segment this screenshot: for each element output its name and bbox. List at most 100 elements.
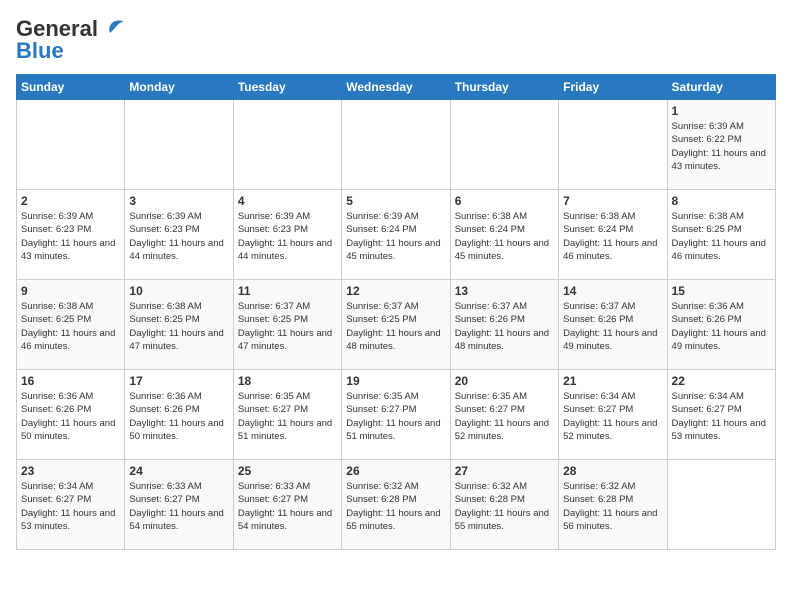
week-row-1: 1 Sunrise: 6:39 AMSunset: 6:22 PMDaylight… — [17, 100, 776, 190]
day-number: 16 — [21, 374, 120, 388]
day-cell: 22Sunrise: 6:34 AMSunset: 6:27 PMDayligh… — [667, 370, 775, 460]
day-cell: 26 Sunrise: 6:32 AMSunset: 6:28 PMDayligh… — [342, 460, 450, 550]
day-number: 20 — [455, 374, 554, 388]
day-number: 1 — [672, 104, 771, 118]
calendar-table: SundayMondayTuesdayWednesdayThursdayFrid… — [16, 74, 776, 550]
week-row-5: 23 Sunrise: 6:34 AMSunset: 6:27 PMDayligh… — [17, 460, 776, 550]
day-number: 23 — [21, 464, 120, 478]
day-info: Sunrise: 6:35 AMSunset: 6:27 PMDaylight:… — [346, 390, 445, 443]
day-cell: 13 Sunrise: 6:37 AMSunset: 6:26 PMDayligh… — [450, 280, 558, 370]
week-row-4: 16 Sunrise: 6:36 AMSunset: 6:26 PMDayligh… — [17, 370, 776, 460]
day-number: 27 — [455, 464, 554, 478]
day-info: Sunrise: 6:32 AMSunset: 6:28 PMDaylight:… — [563, 480, 662, 533]
day-cell: 7Sunrise: 6:38 AMSunset: 6:24 PMDaylight… — [559, 190, 667, 280]
day-number: 2 — [21, 194, 120, 208]
day-cell: 15Sunrise: 6:36 AMSunset: 6:26 PMDayligh… — [667, 280, 775, 370]
day-info: Sunrise: 6:39 AMSunset: 6:24 PMDaylight:… — [346, 210, 445, 263]
day-info: Sunrise: 6:37 AMSunset: 6:25 PMDaylight:… — [238, 300, 337, 353]
day-cell — [17, 100, 125, 190]
day-info: Sunrise: 6:32 AMSunset: 6:28 PMDaylight:… — [346, 480, 445, 533]
day-number: 4 — [238, 194, 337, 208]
day-cell: 16 Sunrise: 6:36 AMSunset: 6:26 PMDayligh… — [17, 370, 125, 460]
day-cell — [559, 100, 667, 190]
day-cell: 8 Sunrise: 6:38 AMSunset: 6:25 PMDaylight… — [667, 190, 775, 280]
day-info: Sunrise: 6:34 AMSunset: 6:27 PMDaylight:… — [672, 390, 771, 443]
day-info: Sunrise: 6:33 AMSunset: 6:27 PMDaylight:… — [238, 480, 337, 533]
weekday-header-saturday: Saturday — [667, 75, 775, 100]
day-info: Sunrise: 6:37 AMSunset: 6:25 PMDaylight:… — [346, 300, 445, 353]
day-cell: 27Sunrise: 6:32 AMSunset: 6:28 PMDayligh… — [450, 460, 558, 550]
day-number: 28 — [563, 464, 662, 478]
day-number: 21 — [563, 374, 662, 388]
day-number: 13 — [455, 284, 554, 298]
day-info: Sunrise: 6:38 AMSunset: 6:25 PMDaylight:… — [672, 210, 771, 263]
day-cell: 21 Sunrise: 6:34 AMSunset: 6:27 PMDayligh… — [559, 370, 667, 460]
day-cell — [125, 100, 233, 190]
day-info: Sunrise: 6:36 AMSunset: 6:26 PMDaylight:… — [129, 390, 228, 443]
day-cell — [667, 460, 775, 550]
day-cell: 24 Sunrise: 6:33 AMSunset: 6:27 PMDayligh… — [125, 460, 233, 550]
week-row-2: 2 Sunrise: 6:39 AMSunset: 6:23 PMDaylight… — [17, 190, 776, 280]
day-info: Sunrise: 6:39 AMSunset: 6:22 PMDaylight:… — [672, 120, 771, 173]
day-number: 14 — [563, 284, 662, 298]
day-cell: 17 Sunrise: 6:36 AMSunset: 6:26 PMDayligh… — [125, 370, 233, 460]
weekday-header-sunday: Sunday — [17, 75, 125, 100]
weekday-header-row: SundayMondayTuesdayWednesdayThursdayFrid… — [17, 75, 776, 100]
day-number: 24 — [129, 464, 228, 478]
weekday-header-monday: Monday — [125, 75, 233, 100]
day-number: 10 — [129, 284, 228, 298]
day-info: Sunrise: 6:38 AMSunset: 6:25 PMDaylight:… — [129, 300, 228, 353]
day-cell: 14 Sunrise: 6:37 AMSunset: 6:26 PMDayligh… — [559, 280, 667, 370]
day-cell — [233, 100, 341, 190]
page-header: General Blue — [16, 16, 776, 64]
day-number: 7 — [563, 194, 662, 208]
day-number: 17 — [129, 374, 228, 388]
day-cell — [342, 100, 450, 190]
day-info: Sunrise: 6:39 AMSunset: 6:23 PMDaylight:… — [238, 210, 337, 263]
day-info: Sunrise: 6:38 AMSunset: 6:25 PMDaylight:… — [21, 300, 120, 353]
day-info: Sunrise: 6:39 AMSunset: 6:23 PMDaylight:… — [21, 210, 120, 263]
day-number: 9 — [21, 284, 120, 298]
day-number: 18 — [238, 374, 337, 388]
day-info: Sunrise: 6:33 AMSunset: 6:27 PMDaylight:… — [129, 480, 228, 533]
day-info: Sunrise: 6:35 AMSunset: 6:27 PMDaylight:… — [455, 390, 554, 443]
day-cell: 10 Sunrise: 6:38 AMSunset: 6:25 PMDayligh… — [125, 280, 233, 370]
weekday-header-wednesday: Wednesday — [342, 75, 450, 100]
day-number: 11 — [238, 284, 337, 298]
day-number: 15 — [672, 284, 771, 298]
day-cell: 23 Sunrise: 6:34 AMSunset: 6:27 PMDayligh… — [17, 460, 125, 550]
day-cell: 18 Sunrise: 6:35 AMSunset: 6:27 PMDayligh… — [233, 370, 341, 460]
day-cell: 9 Sunrise: 6:38 AMSunset: 6:25 PMDaylight… — [17, 280, 125, 370]
day-cell: 4 Sunrise: 6:39 AMSunset: 6:23 PMDaylight… — [233, 190, 341, 280]
logo: General Blue — [16, 16, 124, 64]
day-cell: 3 Sunrise: 6:39 AMSunset: 6:23 PMDaylight… — [125, 190, 233, 280]
weekday-header-tuesday: Tuesday — [233, 75, 341, 100]
day-cell: 5 Sunrise: 6:39 AMSunset: 6:24 PMDaylight… — [342, 190, 450, 280]
day-cell: 28 Sunrise: 6:32 AMSunset: 6:28 PMDayligh… — [559, 460, 667, 550]
day-number: 25 — [238, 464, 337, 478]
day-cell: 1 Sunrise: 6:39 AMSunset: 6:22 PMDaylight… — [667, 100, 775, 190]
logo-bird-icon — [102, 19, 124, 39]
day-info: Sunrise: 6:37 AMSunset: 6:26 PMDaylight:… — [563, 300, 662, 353]
day-number: 5 — [346, 194, 445, 208]
day-cell — [450, 100, 558, 190]
day-cell: 11 Sunrise: 6:37 AMSunset: 6:25 PMDayligh… — [233, 280, 341, 370]
day-cell: 20 Sunrise: 6:35 AMSunset: 6:27 PMDayligh… — [450, 370, 558, 460]
day-info: Sunrise: 6:35 AMSunset: 6:27 PMDaylight:… — [238, 390, 337, 443]
day-info: Sunrise: 6:36 AMSunset: 6:26 PMDaylight:… — [21, 390, 120, 443]
day-cell: 6Sunrise: 6:38 AMSunset: 6:24 PMDaylight… — [450, 190, 558, 280]
day-cell: 25 Sunrise: 6:33 AMSunset: 6:27 PMDayligh… — [233, 460, 341, 550]
day-info: Sunrise: 6:34 AMSunset: 6:27 PMDaylight:… — [21, 480, 120, 533]
day-info: Sunrise: 6:34 AMSunset: 6:27 PMDaylight:… — [563, 390, 662, 443]
day-number: 8 — [672, 194, 771, 208]
weekday-header-thursday: Thursday — [450, 75, 558, 100]
day-info: Sunrise: 6:39 AMSunset: 6:23 PMDaylight:… — [129, 210, 228, 263]
logo-blue-text: Blue — [16, 38, 64, 64]
day-info: Sunrise: 6:37 AMSunset: 6:26 PMDaylight:… — [455, 300, 554, 353]
day-number: 26 — [346, 464, 445, 478]
day-number: 19 — [346, 374, 445, 388]
day-number: 12 — [346, 284, 445, 298]
day-cell: 2 Sunrise: 6:39 AMSunset: 6:23 PMDaylight… — [17, 190, 125, 280]
day-cell: 12 Sunrise: 6:37 AMSunset: 6:25 PMDayligh… — [342, 280, 450, 370]
day-number: 3 — [129, 194, 228, 208]
